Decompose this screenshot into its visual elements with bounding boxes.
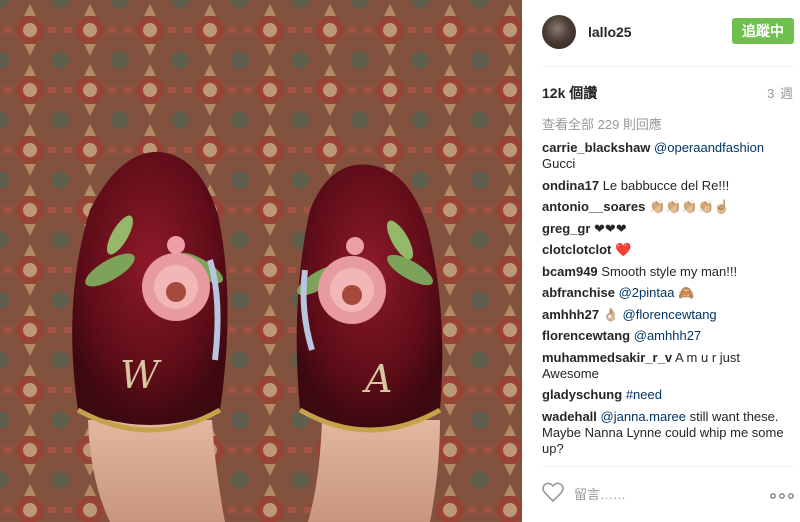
header-divider — [542, 66, 794, 67]
post-stats: 12k 個讚 3 週 — [542, 83, 794, 101]
comment-text: Smooth style my man!!! — [601, 263, 738, 279]
comment-list: 查看全部 229 則回應 carrie_blackshaw @operaandf… — [542, 116, 794, 462]
comment-item: muhammedsakir_r_v A m u r just Awesome — [542, 350, 794, 382]
avatar[interactable] — [542, 15, 576, 49]
comment-text: ❤️ — [614, 242, 632, 257]
comment-username[interactable]: muhammedsakir_r_v — [542, 350, 672, 365]
comment-mention-link[interactable]: @operaandfashion — [654, 140, 764, 155]
comment-text: ❤❤❤ — [594, 220, 627, 236]
comment-username[interactable]: carrie_blackshaw — [542, 140, 650, 155]
comment-item: ondina17 Le babbucce del Re!!! — [542, 178, 794, 194]
view-all-comments-link[interactable]: 查看全部 229 則回應 — [542, 116, 794, 134]
following-button[interactable]: 追蹤中 — [732, 18, 794, 44]
comment-text: Le babbucce del Re!!! — [602, 177, 730, 193]
comment-mention-link[interactable]: @2pintaa — [619, 285, 675, 300]
comment-item: carrie_blackshaw @operaandfashion Gucci — [542, 140, 794, 172]
slippers-photo-illustration: W A — [0, 0, 522, 522]
comment-item: greg_gr ❤❤❤ — [542, 221, 794, 237]
comment-item: clotclotclot ❤️ — [542, 242, 794, 258]
post-sidebar: lallo25 追蹤中 12k 個讚 3 週 查看全部 229 則回應 carr… — [522, 0, 800, 522]
comment-text: 🙈 — [674, 285, 695, 300]
comment-username[interactable]: antonio__soares — [542, 199, 645, 214]
comment-username[interactable]: clotclotclot — [542, 242, 611, 257]
comment-item: antonio__soares 👏🏼👏🏼👏🏼👏🏼☝🏼 — [542, 199, 794, 215]
comment-username[interactable]: wadehall — [542, 409, 597, 424]
comment-username[interactable]: florencewtang — [542, 328, 630, 343]
comment-text: Gucci — [542, 156, 576, 171]
username[interactable]: lallo25 — [588, 24, 632, 40]
comment-username[interactable]: amhhh27 — [542, 307, 599, 322]
comment-username[interactable]: greg_gr — [542, 221, 590, 236]
comment-username[interactable]: ondina17 — [542, 178, 599, 193]
comment-item: bcam949 Smooth style my man!!! — [542, 264, 794, 280]
comment-mention-link[interactable]: @florencewtang — [623, 307, 717, 322]
comment-item: amhhh27 👌🏼 @florencewtang — [542, 307, 794, 323]
add-comment-input[interactable]: 留言…… — [574, 484, 626, 503]
post-header: lallo25 追蹤中 — [542, 15, 794, 51]
comment-text: 👏🏼👏🏼👏🏼👏🏼☝🏼 — [648, 199, 730, 214]
post-footer: 留言…… — [542, 476, 794, 510]
footer-divider — [542, 466, 794, 467]
post-photo[interactable]: W A — [0, 0, 522, 522]
svg-text:W: W — [120, 353, 162, 397]
post-view: W A lallo25 追蹤中 12k 個讚 3 週 查看全部 229 則回應 … — [0, 0, 800, 522]
comment-item: florencewtang @amhhh27 — [542, 328, 794, 344]
comment-item: wadehall @janna.maree still want these. … — [542, 409, 794, 457]
comment-text: 👌🏼 — [602, 306, 623, 322]
svg-text:A: A — [362, 357, 392, 401]
comment-username[interactable]: bcam949 — [542, 264, 598, 279]
comment-username[interactable]: abfranchise — [542, 285, 615, 300]
comment-item: abfranchise @2pintaa 🙈 — [542, 285, 794, 301]
post-age[interactable]: 3 週 — [767, 83, 794, 102]
comment-mention-link[interactable]: @janna.maree — [601, 409, 686, 424]
more-options-icon[interactable] — [770, 487, 794, 499]
comment-item: gladyschung #need — [542, 387, 794, 403]
comment-hashtag-link[interactable]: #need — [626, 387, 662, 402]
likes-count[interactable]: 12k 個讚 — [542, 83, 597, 103]
heart-icon[interactable] — [542, 482, 564, 503]
comment-mention-link[interactable]: @amhhh27 — [634, 328, 701, 343]
comment-username[interactable]: gladyschung — [542, 387, 622, 402]
